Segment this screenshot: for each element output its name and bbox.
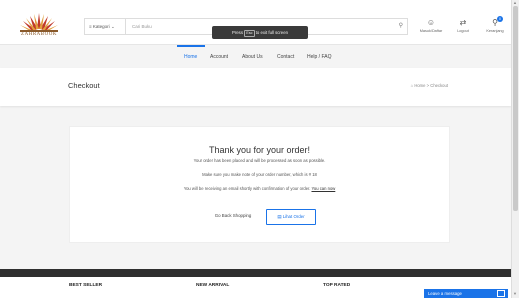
cart-icon: ⚲ [492,18,498,27]
document-icon: ▤ [277,214,282,219]
scroll-up-icon[interactable]: ▲ [513,0,517,5]
scroll-down-icon[interactable]: ▼ [513,291,517,296]
chevron-down-icon: ⌄ [110,24,115,29]
home-icon: ⌂ [410,83,414,88]
view-order-label: Lihat Order [282,214,305,219]
go-back-shopping-button[interactable]: Go Back Shopping [204,209,262,223]
email-confirmation-pre: You will be receiving an email shortly w… [183,186,311,191]
logout-button[interactable]: ⇄ Logout [451,18,475,33]
nav-account[interactable]: Account [210,45,228,69]
account-button[interactable]: ☺ Masuk/Daftar [419,18,443,33]
nav-help-faq[interactable]: Help / FAQ [307,45,331,69]
page-title: Checkout [68,81,100,90]
search-input[interactable]: Cari Buku [132,19,152,34]
logo-sunburst-icon [20,13,58,32]
page-title-bar: Checkout ⌂ Home > Checkout [0,68,511,106]
scrollbar-thumb[interactable] [513,6,518,211]
leave-message-label: Leave a message [428,291,462,296]
logout-icon: ⇄ [459,18,467,27]
account-label: Masuk/Daftar [419,29,443,33]
footer-new-arrival: NEW ARRIVAL [196,283,230,288]
expand-icon [497,290,505,297]
site-logo[interactable]: ZAHRABOOK [16,11,62,41]
breadcrumb-separator: > [426,83,430,88]
cart-badge: 0 [497,16,503,22]
cart-button[interactable]: ⚲ 0 Keranjang [483,16,507,33]
logout-label: Logout [457,29,469,33]
breadcrumb-home[interactable]: Home [414,83,425,88]
logo-text: ZAHRABOOK [21,32,57,37]
footer-top-rated: TOP RATED [323,283,351,288]
main-nav: Home Account About Us Contact Help / FAQ [0,44,511,69]
fullscreen-toast: Press Esc to exit full screen [212,26,308,39]
user-icon: ☺ [426,18,436,27]
toast-post: to exit full screen [255,30,288,35]
cart-label: Keranjang [486,29,504,33]
nav-about-us[interactable]: About Us [242,45,263,69]
order-number-text: Make sure you make note of your order nu… [202,172,317,177]
order-confirmation-card: Thank you for your order! Your order has… [69,126,450,243]
breadcrumb-current: Checkout [430,83,448,88]
email-confirmation-text: You will be receiving an email shortly w… [70,186,449,191]
footer-top-bar [0,269,511,277]
footer-best-seller: BEST SELLER [69,283,103,288]
category-dropdown[interactable]: ≡ Kategori ⌄ [85,19,126,34]
view-order-link[interactable]: You can now [311,186,335,191]
menu-icon: ≡ [89,24,92,29]
search-icon[interactable]: ⚲ [399,19,403,34]
order-placed-text: Your order has been placed and will be p… [193,158,326,163]
toast-pre: Press [232,30,243,35]
category-label: Kategori [92,24,110,29]
toast-key: Esc [244,30,255,37]
leave-message-button[interactable]: Leave a message [424,289,508,298]
breadcrumb: ⌂ Home > Checkout [411,83,448,88]
thank-you-heading: Thank you for your order! [208,145,311,155]
site-header: ZAHRABOOK ≡ Kategori ⌄ Cari Buku ⚲ Press… [0,0,511,44]
page-scrollbar[interactable]: ▲ ▼ [511,0,519,298]
view-order-button[interactable]: ▤ Lihat Order [266,209,316,225]
nav-contact[interactable]: Contact [277,45,294,69]
nav-home[interactable]: Home [184,45,197,69]
